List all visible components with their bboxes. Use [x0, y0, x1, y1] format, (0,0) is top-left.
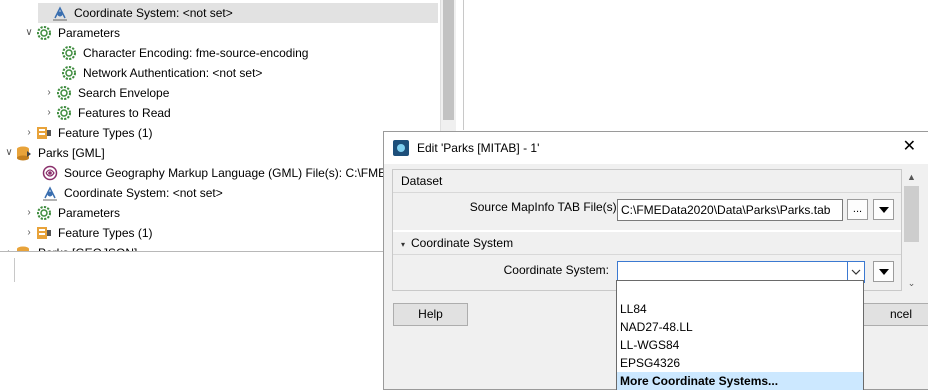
tree-item-coordinate-system[interactable]: Coordinate System: <not set> — [38, 3, 438, 23]
panel-divider — [14, 258, 15, 282]
tree-item-source-gml-file[interactable]: Source Geography Markup Language (GML) F… — [28, 163, 401, 183]
tree-item-label: Parks [GEOJSON] — [38, 243, 137, 251]
scroll-up-icon[interactable]: ▲ — [903, 169, 920, 185]
tree-item-label: Feature Types (1) — [58, 226, 153, 240]
collapse-arrow-icon[interactable]: ▾ — [401, 240, 405, 249]
gear-icon — [61, 45, 77, 61]
tree-item-parameters[interactable]: ∨ Parameters — [22, 23, 120, 43]
browse-button-label: ... — [852, 203, 863, 215]
coordinate-system-dropdown: LL84 NAD27-48.LL LL-WGS84 EPSG4326 More … — [616, 280, 864, 390]
cancel-button-label: ncel — [889, 307, 912, 321]
chevron-down-icon[interactable]: ∨ — [2, 143, 16, 163]
chevron-down-icon[interactable] — [847, 262, 864, 282]
chevron-down-icon[interactable]: ∨ — [22, 23, 36, 43]
chevron-right-icon[interactable]: › — [42, 103, 56, 123]
tree-item-label: Parks [GML] — [38, 146, 105, 160]
source-file-icon — [42, 165, 58, 181]
dropdown-option[interactable]: EPSG4326 — [617, 354, 863, 372]
browse-button[interactable]: ... — [847, 199, 868, 220]
feature-types-icon — [36, 125, 52, 141]
tree-item-label: Coordinate System: <not set> — [64, 186, 223, 200]
triangle-down-icon — [878, 268, 889, 275]
coordinate-system-icon — [52, 5, 68, 21]
chevron-right-icon[interactable]: › — [42, 83, 56, 103]
section-dataset-header: Dataset — [393, 170, 901, 192]
gear-icon — [56, 85, 72, 101]
source-file-label: Source MapInfo TAB File(s): — [469, 200, 620, 214]
tree-item-label: Parameters — [58, 206, 121, 220]
tree-item-coordinate-system-gml[interactable]: Coordinate System: <not set> — [28, 183, 223, 203]
coordinate-system-label: Coordinate System: — [503, 263, 609, 277]
tree-item-label: Feature Types (1) — [58, 126, 153, 140]
chevron-right-icon[interactable]: › — [22, 223, 36, 243]
tree-item-label: Character Encoding: fme-source-encoding — [83, 46, 309, 60]
section-dataset: Source MapInfo TAB File(s): C:\FMEData20… — [393, 192, 901, 230]
scrollbar-thumb[interactable] — [904, 186, 919, 242]
dropdown-option[interactable]: NAD27-48.LL — [617, 318, 863, 336]
source-file-field[interactable]: C:\FMEData2020\Data\Parks\Parks.tab — [617, 199, 843, 221]
feature-types-icon — [36, 225, 52, 241]
tree-item-features-to-read[interactable]: › Features to Read — [42, 103, 171, 123]
gear-icon — [56, 105, 72, 121]
tree-item-character-encoding[interactable]: Character Encoding: fme-source-encoding — [47, 43, 308, 63]
tree-item-parameters-gml[interactable]: › Parameters — [22, 203, 120, 223]
close-icon[interactable]: ✕ — [903, 139, 916, 155]
tree-item-parks-gml[interactable]: ∨ Parks [GML] — [2, 143, 105, 163]
gear-icon — [36, 205, 52, 221]
help-button[interactable]: Help — [393, 303, 468, 326]
dropdown-option-more[interactable]: More Coordinate Systems... — [617, 372, 863, 390]
tree-item-label: Coordinate System: <not set> — [74, 6, 233, 20]
dataset-icon — [16, 145, 32, 161]
dropdown-option[interactable]: LL-WGS84 — [617, 336, 863, 354]
triangle-down-icon — [878, 206, 889, 213]
tree-item-label: Source Geography Markup Language (GML) F… — [64, 166, 402, 180]
tree-item-label: Search Envelope — [78, 86, 170, 100]
dialog-scrollbar[interactable]: ▲ ⌄ — [903, 169, 920, 291]
section-title: Dataset — [401, 174, 443, 188]
tree-item-feature-types-gml[interactable]: › Feature Types (1) — [22, 223, 153, 243]
dialog-titlebar[interactable]: Edit 'Parks [MITAB] - 1' ✕ — [384, 132, 928, 164]
chevron-right-icon[interactable]: › — [22, 123, 36, 143]
tree-item-network-authentication[interactable]: Network Authentication: <not set> — [47, 63, 262, 83]
cancel-button[interactable]: ncel — [856, 303, 928, 326]
fme-app-icon — [393, 140, 409, 156]
tree-item-feature-types[interactable]: › Feature Types (1) — [22, 123, 153, 143]
gear-icon — [36, 25, 52, 41]
panel-divider — [463, 0, 464, 130]
tree-item-label: Parameters — [58, 26, 121, 40]
tree-item-search-envelope[interactable]: › Search Envelope — [42, 83, 169, 103]
section-coordinate-system-header[interactable]: ▾ Coordinate System — [393, 232, 901, 254]
section-title: Coordinate System — [411, 236, 514, 250]
help-button-label: Help — [418, 307, 443, 321]
scrollbar-thumb[interactable] — [443, 0, 454, 120]
chevron-right-icon[interactable]: › — [2, 243, 16, 251]
scroll-down-icon[interactable]: ⌄ — [903, 275, 920, 291]
parameters-panel: Dataset Source MapInfo TAB File(s): C:\F… — [392, 169, 902, 291]
gear-icon — [61, 65, 77, 81]
chevron-right-icon[interactable]: › — [22, 203, 36, 223]
tree-item-label: Features to Read — [78, 106, 171, 120]
coordinate-system-icon — [42, 185, 58, 201]
coordinate-system-menu-button[interactable] — [873, 261, 894, 282]
dropdown-option[interactable]: LL84 — [617, 300, 863, 318]
tree-item-label: Network Authentication: <not set> — [83, 66, 263, 80]
dialog-title: Edit 'Parks [MITAB] - 1' — [417, 141, 540, 155]
source-file-menu-button[interactable] — [873, 199, 894, 220]
tree-item-parks-geojson[interactable]: › Parks [GEOJSON] — [2, 243, 137, 251]
